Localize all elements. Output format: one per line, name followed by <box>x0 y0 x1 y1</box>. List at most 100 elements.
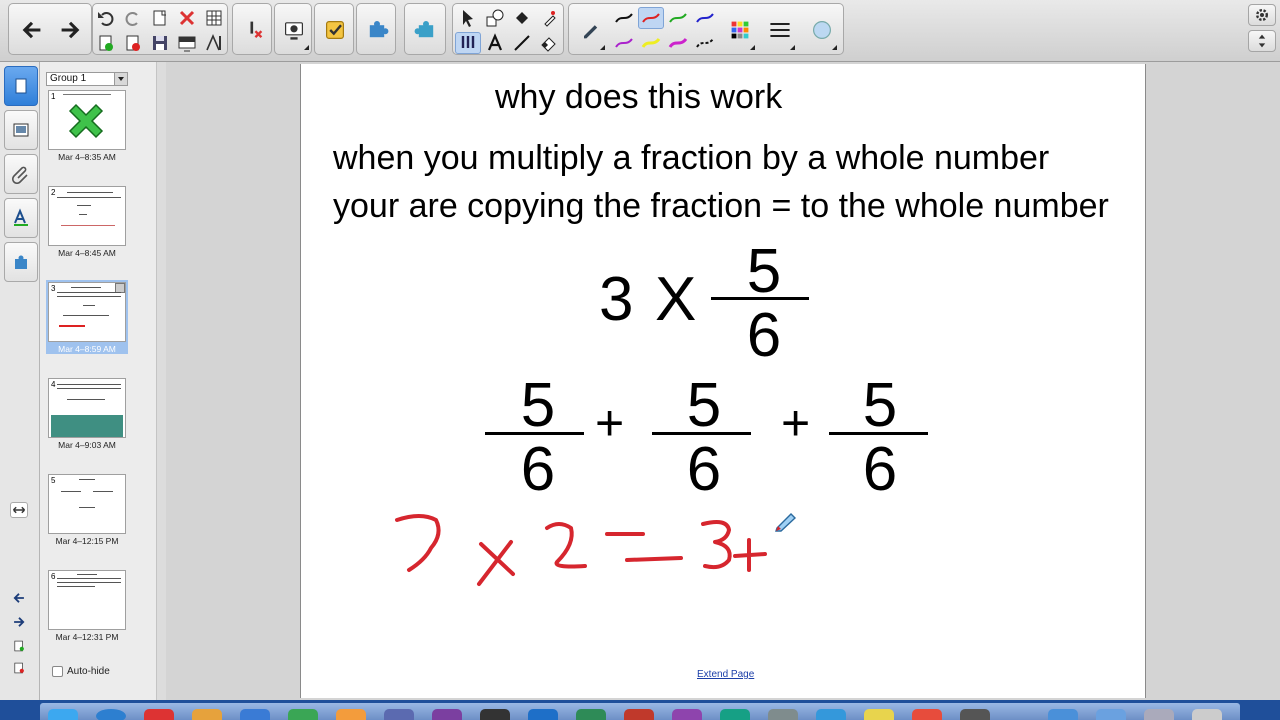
pen-red-icon <box>642 13 660 23</box>
app-icon[interactable] <box>672 709 702 720</box>
dock-shelf <box>40 703 1240 720</box>
app-icon[interactable] <box>720 709 750 720</box>
app-icon[interactable] <box>288 709 318 720</box>
color-palette-button[interactable] <box>723 8 757 52</box>
notes-icon[interactable] <box>864 709 894 720</box>
app-icon[interactable] <box>624 709 654 720</box>
page-thumbnail[interactable]: 5 Mar 4–12:15 PM <box>46 474 128 550</box>
page-number: 2 <box>51 188 56 197</box>
pen-icon <box>461 36 475 48</box>
page-thumbnail[interactable]: 4 Mar 4–9:03 AM <box>46 378 128 454</box>
safari-icon[interactable] <box>96 709 126 720</box>
photos-icon[interactable] <box>336 709 366 720</box>
pen-yellow-button[interactable] <box>638 32 664 54</box>
app-icon[interactable] <box>1144 709 1174 720</box>
app-icon[interactable] <box>432 709 462 720</box>
app-icon[interactable] <box>816 709 846 720</box>
app-icon[interactable] <box>768 709 798 720</box>
undo-button[interactable] <box>93 7 119 29</box>
pen-black-button[interactable] <box>611 7 637 29</box>
select-tool-button[interactable] <box>455 7 481 29</box>
line-style-button[interactable] <box>763 8 797 52</box>
app-icon[interactable] <box>480 709 510 720</box>
handwritten-ink[interactable] <box>381 504 801 594</box>
app-icon[interactable] <box>192 709 222 720</box>
finder-icon[interactable] <box>48 709 78 720</box>
app-icon[interactable] <box>240 709 270 720</box>
trash-icon[interactable] <box>1192 709 1222 720</box>
plus-sign: + <box>781 395 811 451</box>
whiteboard-page[interactable]: why does this work when you multiply a f… <box>300 64 1146 698</box>
sum-denominator: 6 <box>862 435 898 504</box>
app-icon[interactable] <box>144 709 174 720</box>
tab-properties[interactable] <box>4 198 38 238</box>
line-tool-button[interactable] <box>509 32 535 54</box>
table-button[interactable] <box>201 7 227 29</box>
next-page-button[interactable] <box>53 8 87 52</box>
lesson-activity-button[interactable] <box>409 8 443 52</box>
pen-purple-icon <box>615 38 633 48</box>
folder-icon[interactable] <box>1096 709 1126 720</box>
response-button[interactable] <box>318 8 352 52</box>
clear-ink-icon <box>250 21 263 39</box>
group-select[interactable]: Group 1 <box>46 72 128 86</box>
document-camera-button[interactable] <box>277 8 311 52</box>
sidebar-next-button[interactable] <box>10 614 28 630</box>
previous-page-button[interactable] <box>15 8 49 52</box>
sidebar-add-page-button[interactable] <box>10 638 28 654</box>
folder-icon[interactable] <box>1048 709 1078 720</box>
app-icon[interactable] <box>960 709 990 720</box>
tab-attachments[interactable] <box>4 154 38 194</box>
page-thumbnail[interactable]: 2 Mar 4–8:45 AM <box>46 186 128 262</box>
eraser-tool-button[interactable] <box>536 32 562 54</box>
screen-shade-button[interactable] <box>174 32 200 54</box>
redo-button[interactable] <box>120 7 146 29</box>
page-thumbnail-selected[interactable]: 3 Mar 4–8:59 AM <box>46 280 128 354</box>
save-button[interactable] <box>147 32 173 54</box>
panel-resize-handle[interactable] <box>156 62 166 700</box>
app-icon[interactable] <box>576 709 606 720</box>
pen-red-button[interactable] <box>638 7 664 29</box>
sum-numerator: 5 <box>520 371 556 440</box>
delete-button[interactable] <box>174 7 200 29</box>
pen-dashed-button[interactable] <box>692 32 718 54</box>
tab-addons[interactable] <box>4 242 38 282</box>
fill-tool-button[interactable] <box>509 7 535 29</box>
app-icon[interactable] <box>912 709 942 720</box>
shapes-tool-button[interactable] <box>482 7 508 29</box>
addon-button[interactable] <box>360 8 394 52</box>
toolbar-move-button[interactable] <box>1248 30 1276 52</box>
ink-stroke <box>395 514 441 572</box>
sidebar-previous-button[interactable] <box>10 590 28 606</box>
page-number: 3 <box>51 284 56 293</box>
add-page-button[interactable] <box>93 32 119 54</box>
page-thumbnail[interactable]: 6 Mar 4–12:31 PM <box>46 570 128 646</box>
auto-hide-toggle[interactable]: Auto-hide <box>52 666 110 677</box>
transparency-button[interactable] <box>805 8 839 52</box>
expand-panel-button[interactable] <box>10 502 28 518</box>
pen-blue-button[interactable] <box>692 7 718 29</box>
delete-page-button[interactable] <box>120 32 146 54</box>
pen-type-button[interactable] <box>573 8 607 52</box>
measurement-tools-button[interactable] <box>201 32 227 54</box>
sidebar-delete-page-button[interactable] <box>10 660 28 676</box>
pen-purple-button[interactable] <box>611 32 637 54</box>
eraser-icon <box>541 37 556 52</box>
new-page-button[interactable] <box>147 7 173 29</box>
settings-button[interactable] <box>1248 4 1276 26</box>
pen-magenta-button[interactable] <box>665 32 691 54</box>
magic-pen-button[interactable] <box>536 7 562 29</box>
pen-green-button[interactable] <box>665 7 691 29</box>
x-logo-icon <box>68 103 104 139</box>
app-icon[interactable] <box>528 709 558 720</box>
app-icon[interactable] <box>384 709 414 720</box>
tab-page-sorter[interactable] <box>4 66 38 106</box>
tab-gallery[interactable] <box>4 110 38 150</box>
text-tool-button[interactable] <box>482 32 508 54</box>
auto-hide-checkbox[interactable] <box>52 666 63 677</box>
page-thumbnail[interactable]: 1 Mar 4–8:35 AM <box>46 90 128 166</box>
clear-ink-button[interactable] <box>236 8 270 52</box>
page-timestamp: Mar 4–8:45 AM <box>58 248 116 258</box>
pen-tool-button[interactable] <box>455 32 481 54</box>
extend-page-link[interactable]: Extend Page <box>697 669 754 680</box>
